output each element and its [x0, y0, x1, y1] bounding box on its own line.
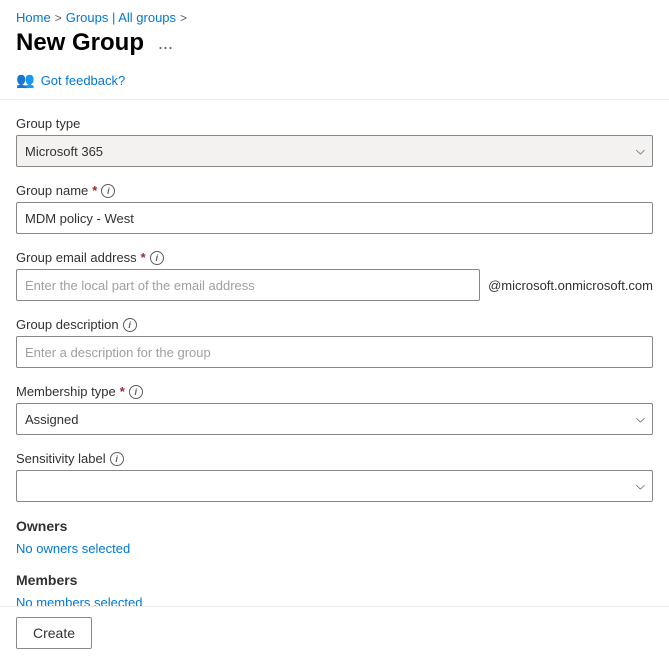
- membership-type-required: *: [120, 384, 125, 399]
- breadcrumb-sep2: >: [180, 11, 187, 25]
- breadcrumb-sep1: >: [55, 11, 62, 25]
- group-description-field: Group description i: [16, 317, 653, 368]
- members-section-title: Members: [16, 572, 653, 588]
- group-name-field: Group name * i: [16, 183, 653, 234]
- group-email-label: Group email address * i: [16, 250, 653, 265]
- owners-section-title: Owners: [16, 518, 653, 534]
- sensitivity-label-info-icon[interactable]: i: [110, 452, 124, 466]
- sensitivity-label-field: Sensitivity label i ⌵: [16, 451, 653, 502]
- page-title: New Group: [16, 29, 144, 57]
- membership-type-display[interactable]: Assigned: [16, 403, 653, 435]
- email-suffix: @microsoft.onmicrosoft.com: [488, 278, 653, 293]
- owners-section: Owners No owners selected: [16, 518, 653, 556]
- membership-type-info-icon[interactable]: i: [129, 385, 143, 399]
- group-name-required: *: [92, 183, 97, 198]
- email-input-wrap: [16, 269, 480, 301]
- members-link[interactable]: No members selected: [16, 595, 142, 606]
- group-type-select[interactable]: Microsoft 365 ⌵: [16, 135, 653, 167]
- sensitivity-label-select[interactable]: ⌵: [16, 470, 653, 502]
- group-name-label: Group name * i: [16, 183, 653, 198]
- owners-link[interactable]: No owners selected: [16, 541, 130, 556]
- group-description-info-icon[interactable]: i: [123, 318, 137, 332]
- group-name-input[interactable]: [16, 202, 653, 234]
- breadcrumb-groups[interactable]: Groups | All groups: [66, 10, 176, 25]
- email-row: @microsoft.onmicrosoft.com: [16, 269, 653, 301]
- group-email-required: *: [141, 250, 146, 265]
- feedback-bar[interactable]: 👥 Got feedback?: [0, 65, 669, 100]
- group-email-field: Group email address * i @microsoft.onmic…: [16, 250, 653, 301]
- membership-type-label: Membership type * i: [16, 384, 653, 399]
- sensitivity-label-display[interactable]: [16, 470, 653, 502]
- membership-type-field: Membership type * i Assigned ⌵: [16, 384, 653, 435]
- group-type-field: Group type Microsoft 365 ⌵: [16, 116, 653, 167]
- sensitivity-label-label: Sensitivity label i: [16, 451, 653, 466]
- breadcrumb: Home > Groups | All groups >: [0, 0, 669, 29]
- ellipsis-menu-button[interactable]: ...: [152, 31, 179, 56]
- feedback-label: Got feedback?: [41, 73, 126, 88]
- header-row: New Group ...: [0, 29, 669, 65]
- group-email-info-icon[interactable]: i: [150, 251, 164, 265]
- group-type-label: Group type: [16, 116, 653, 131]
- group-description-label: Group description i: [16, 317, 653, 332]
- form-scroll-area: Group type Microsoft 365 ⌵ Group name * …: [0, 100, 669, 606]
- footer-bar: Create: [0, 606, 669, 659]
- membership-type-select[interactable]: Assigned ⌵: [16, 403, 653, 435]
- group-type-display[interactable]: Microsoft 365: [16, 135, 653, 167]
- group-email-input[interactable]: [16, 269, 480, 301]
- feedback-icon: 👥: [16, 71, 35, 89]
- group-description-input[interactable]: [16, 336, 653, 368]
- breadcrumb-home[interactable]: Home: [16, 10, 51, 25]
- create-button[interactable]: Create: [16, 617, 92, 649]
- members-section: Members No members selected: [16, 572, 653, 606]
- group-name-info-icon[interactable]: i: [101, 184, 115, 198]
